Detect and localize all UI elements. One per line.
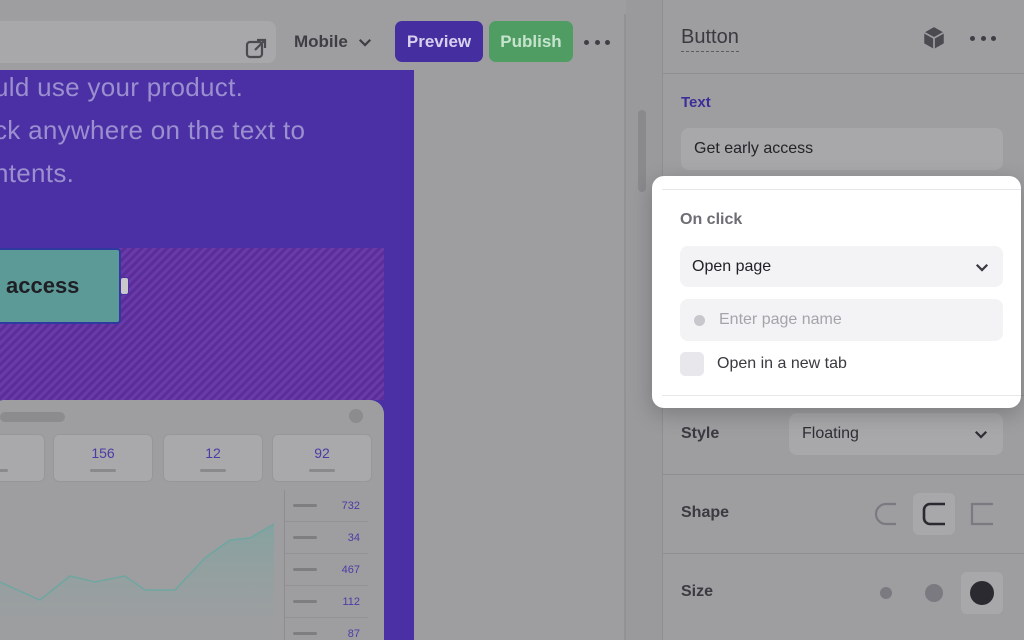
selected-cta-button[interactable]: access [0, 248, 121, 324]
size-small-option[interactable] [865, 572, 907, 614]
page-preview[interactable]: uld use your product. ck anywhere on the… [0, 70, 414, 640]
shape-square-option[interactable] [961, 493, 1003, 535]
shape-rounded-option[interactable] [913, 493, 955, 535]
canvas-divider [624, 14, 626, 640]
panel-header: Button [663, 0, 1024, 74]
device-select[interactable]: Mobile [294, 30, 374, 54]
on-click-label: On click [680, 211, 743, 228]
hero-text[interactable]: uld use your product. ck anywhere on the… [0, 70, 305, 195]
page-url-field[interactable] [0, 21, 276, 63]
shape-square-icon [970, 502, 993, 526]
component-cube-icon[interactable] [921, 25, 947, 51]
size-medium-option[interactable] [913, 572, 955, 614]
resize-handle[interactable] [120, 277, 129, 295]
scrollbar-thumb[interactable] [638, 110, 646, 192]
size-label: Size [681, 583, 714, 600]
chevron-down-icon [358, 38, 371, 47]
new-tab-label: Open in a new tab [717, 355, 847, 372]
hero-line: ntents. [0, 158, 75, 188]
canvas-toolbar: Mobile Preview Publish [0, 14, 626, 70]
external-link-icon[interactable] [244, 37, 268, 61]
device-label: Mobile [294, 32, 348, 51]
stat-card: 4 [0, 434, 45, 482]
stat-card: 156 [53, 434, 153, 482]
list-item: 34 [285, 522, 368, 554]
side-list: 732 34 467 112 87 [284, 490, 368, 640]
stat-card: 92 [272, 434, 372, 482]
dashboard-title-bar [0, 412, 65, 422]
on-click-action-select[interactable]: Open page [680, 246, 1003, 287]
page-dot-icon [694, 314, 705, 326]
dashboard-mockup: 4 156 12 92 732 34 467 112 87 [0, 400, 384, 640]
list-item: 87 [285, 618, 368, 640]
text-section-label: Text [681, 94, 711, 111]
shape-label: Shape [681, 504, 730, 521]
preview-button[interactable]: Preview [395, 21, 483, 62]
more-options-icon[interactable] [970, 34, 996, 42]
list-item: 732 [285, 490, 368, 522]
shape-pill-option[interactable] [865, 493, 907, 535]
on-click-section: On click Open page Open in a new tab [652, 176, 1021, 408]
page-name-field[interactable] [680, 299, 1003, 341]
hero-line: ck anywhere on the text to [0, 115, 306, 145]
style-select[interactable]: Floating [789, 413, 1003, 455]
cta-label: access [6, 273, 80, 298]
stat-card: 12 [163, 434, 263, 482]
style-label: Style [681, 425, 720, 442]
list-item: 112 [285, 586, 368, 618]
button-text-input[interactable] [681, 128, 1003, 170]
panel-title[interactable]: Button [681, 26, 739, 52]
new-tab-checkbox[interactable] [680, 352, 704, 376]
publish-button[interactable]: Publish [489, 21, 573, 62]
shape-pill-icon [874, 502, 896, 526]
line-chart [0, 523, 274, 640]
page-name-input[interactable] [719, 311, 979, 329]
more-options-icon[interactable] [584, 32, 610, 52]
open-new-tab-option[interactable]: Open in a new tab [680, 352, 847, 376]
chevron-down-icon [975, 263, 989, 272]
dashboard-dot [349, 409, 363, 423]
hero-line: uld use your product. [0, 72, 244, 102]
action-value: Open page [692, 257, 772, 275]
size-large-option[interactable] [961, 572, 1003, 614]
editor-canvas: Mobile Preview Publish uld use your prod… [0, 0, 626, 640]
shape-rounded-icon [922, 502, 945, 526]
style-value: Floating [802, 425, 859, 442]
chevron-down-icon [974, 430, 988, 439]
list-item: 467 [285, 554, 368, 586]
